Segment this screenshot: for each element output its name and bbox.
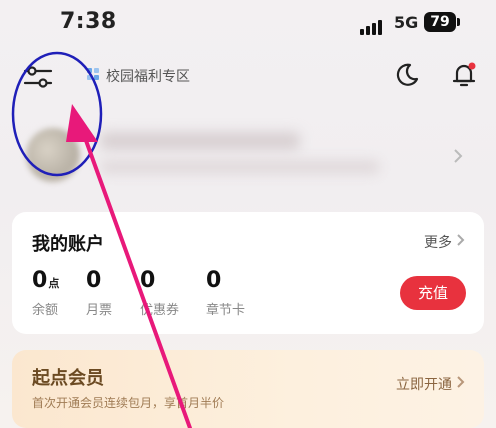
- monthly-ticket-value: 0: [86, 268, 102, 293]
- avatar[interactable]: [26, 128, 80, 182]
- coupon-value: 0: [140, 268, 156, 293]
- stat-coupon[interactable]: 0 优惠券: [140, 268, 179, 318]
- recharge-button[interactable]: 充值: [400, 276, 466, 310]
- account-more-link[interactable]: 更多: [424, 232, 466, 252]
- blurred-user-info: [100, 160, 380, 174]
- battery-icon: 79: [424, 12, 460, 32]
- monthly-ticket-label: 月票: [86, 303, 113, 318]
- stat-balance[interactable]: 0点 余额: [32, 268, 59, 318]
- account-card: 我的账户 更多 0点 余额 0 月票 0 优惠券 0 章节卡 充值: [12, 212, 484, 334]
- membership-subtitle: 首次开通会员连续包月，享首月半价: [32, 396, 225, 410]
- membership-banner[interactable]: 起点会员 首次开通会员连续包月，享首月半价 立即开通: [12, 350, 484, 428]
- chevron-right-icon: [456, 233, 466, 251]
- membership-title: 起点会员: [32, 368, 104, 389]
- campus-icon: [86, 67, 100, 85]
- balance-value: 0: [32, 268, 48, 293]
- campus-welfare-link[interactable]: 校园福利专区: [86, 64, 190, 88]
- network-type: 5G: [394, 13, 419, 32]
- moon-icon[interactable]: [394, 62, 420, 88]
- account-title: 我的账户: [32, 234, 104, 255]
- chevron-right-icon: [452, 148, 464, 164]
- balance-unit: 点: [48, 277, 60, 290]
- chapter-card-value: 0: [206, 268, 222, 293]
- coupon-label: 优惠券: [140, 303, 180, 318]
- membership-cta-label: 立即开通: [396, 377, 452, 393]
- stat-chapter-card[interactable]: 0 章节卡: [206, 268, 245, 318]
- bell-icon[interactable]: [450, 60, 478, 90]
- status-time: 7:38: [60, 9, 117, 34]
- stat-monthly-ticket[interactable]: 0 月票: [86, 268, 112, 318]
- sliders-icon[interactable]: [22, 62, 54, 92]
- campus-label: 校园福利专区: [106, 69, 190, 85]
- membership-open-button[interactable]: 立即开通: [396, 374, 466, 394]
- signal-icon: [360, 16, 384, 35]
- chapter-card-label: 章节卡: [206, 303, 246, 318]
- chevron-right-icon: [456, 375, 466, 393]
- profile-row[interactable]: [0, 118, 496, 194]
- more-label: 更多: [424, 235, 452, 251]
- blurred-username: [100, 132, 300, 150]
- top-bar: 校园福利专区: [0, 52, 496, 100]
- status-bar: 7:38 5G 79: [0, 0, 496, 44]
- balance-label: 余额: [32, 303, 59, 318]
